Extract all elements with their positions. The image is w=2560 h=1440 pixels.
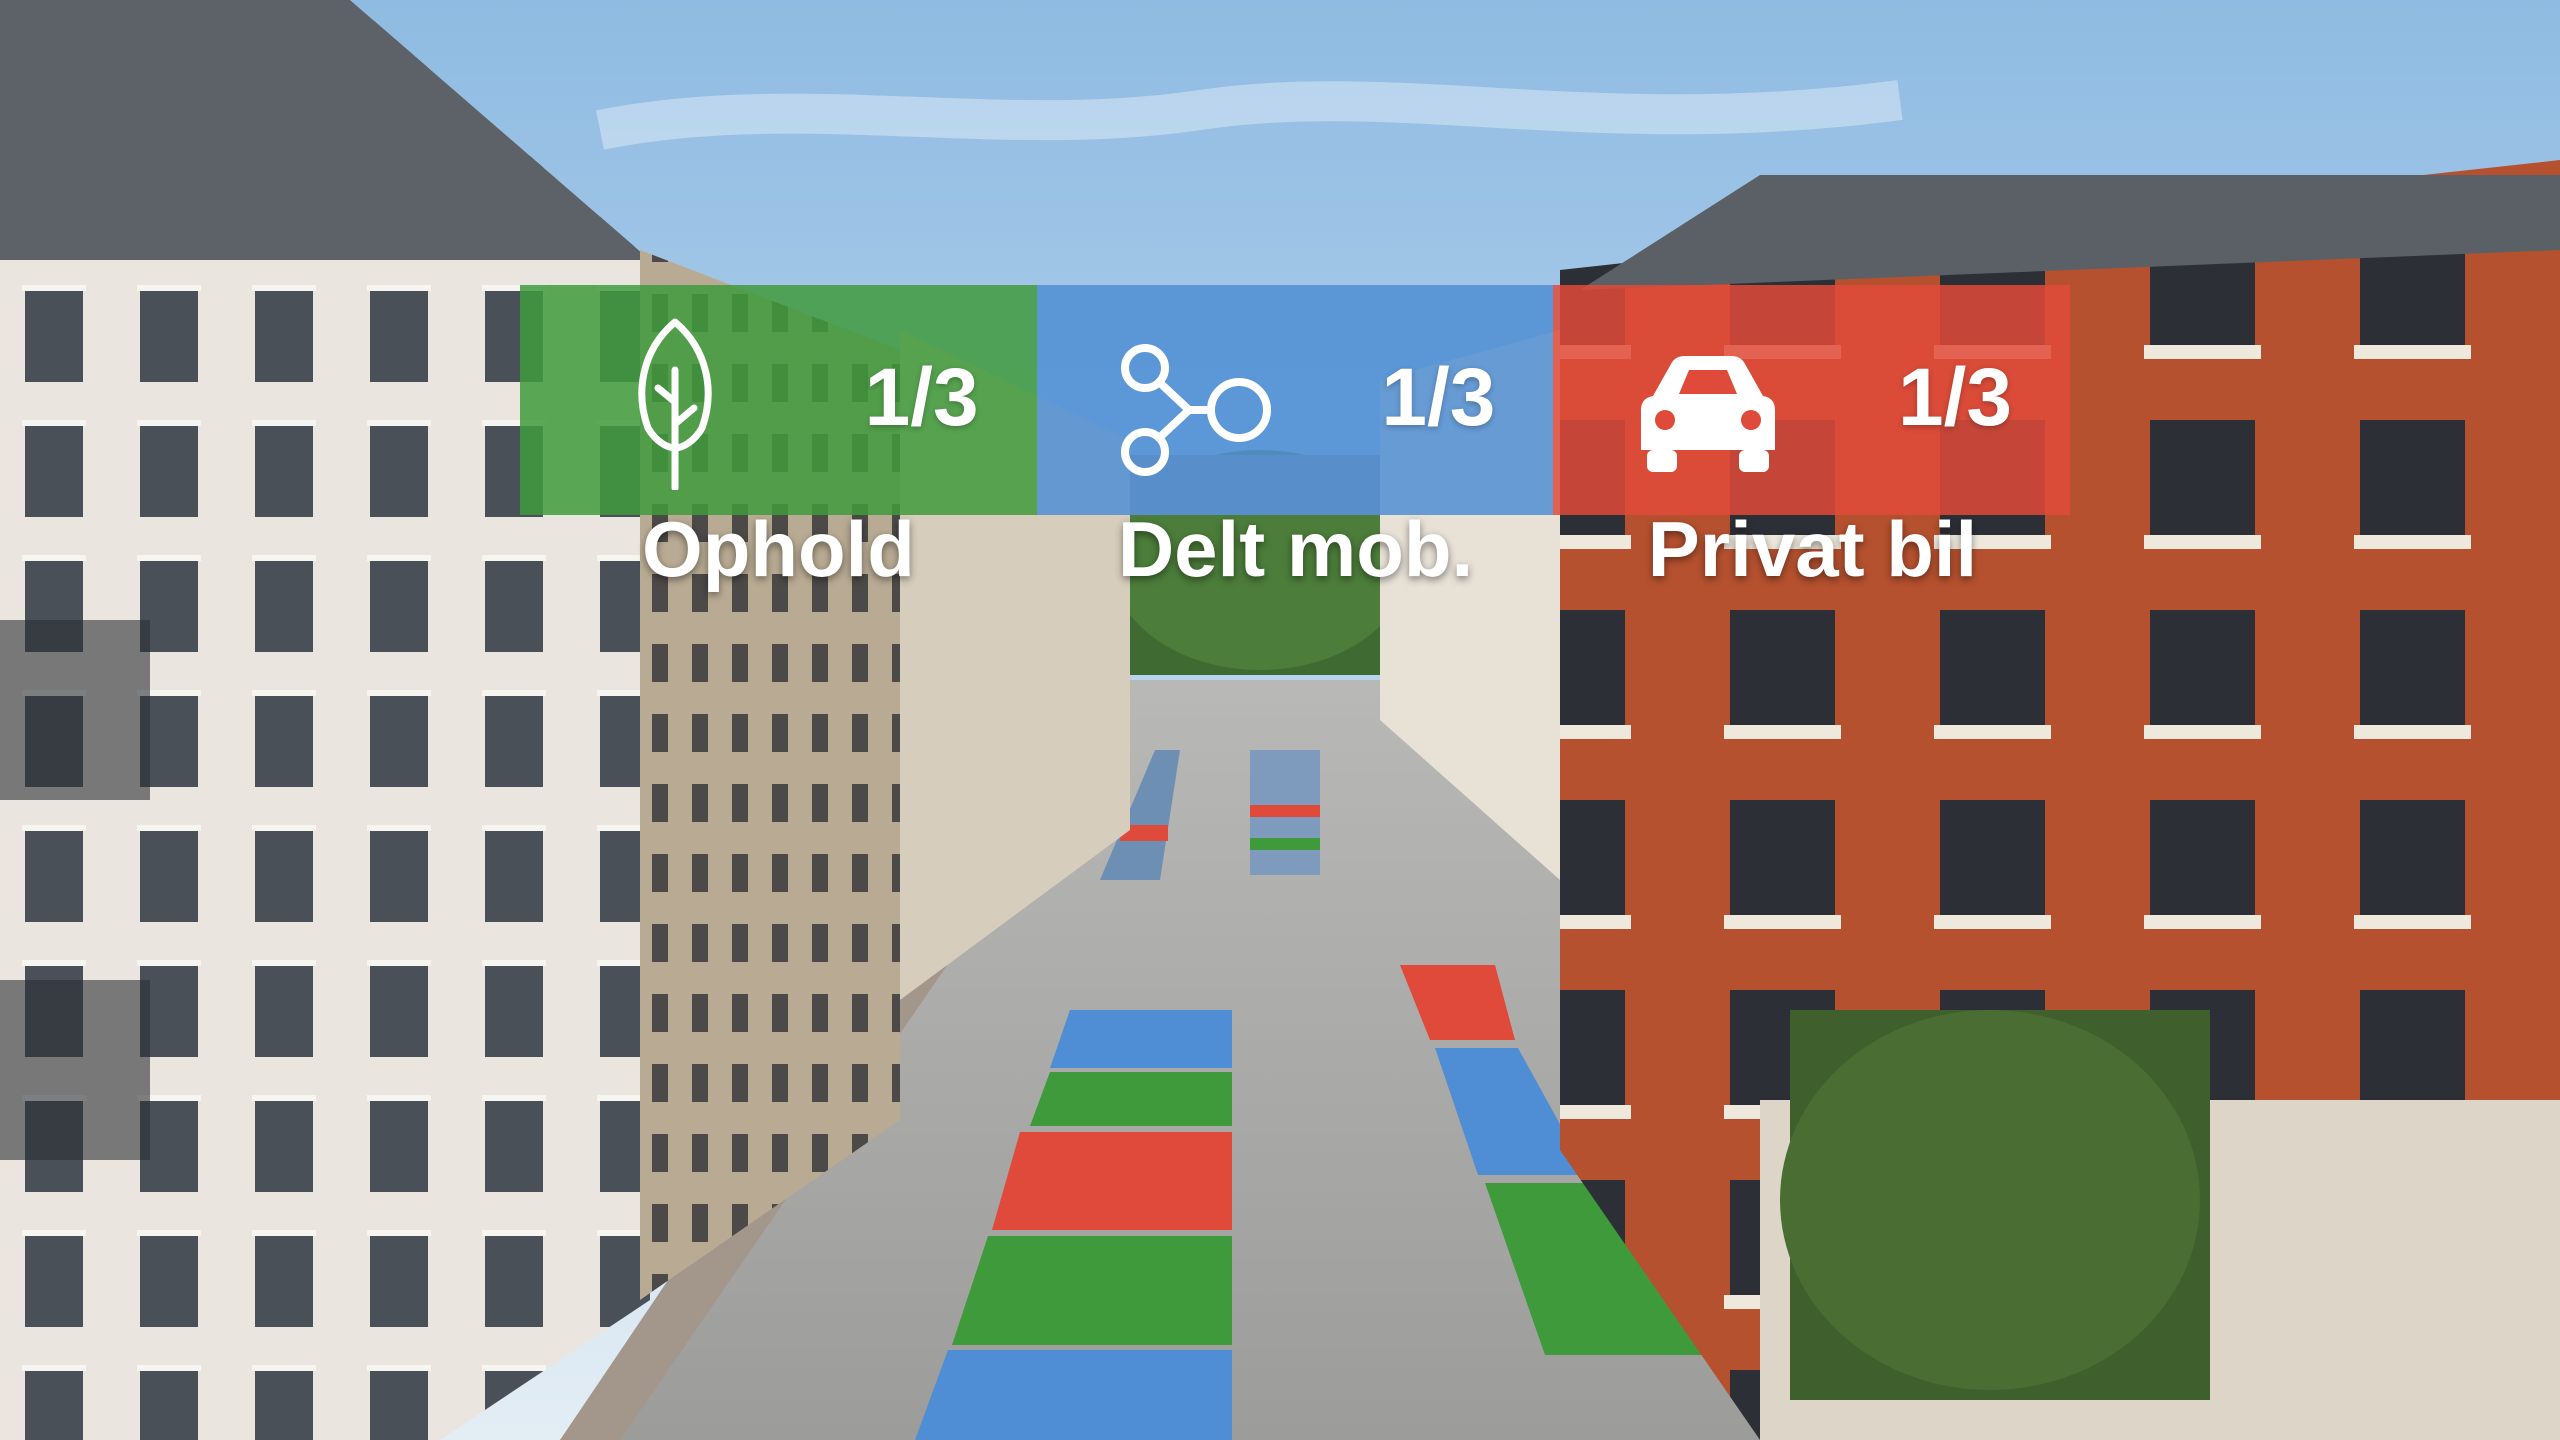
share-nodes-icon [1120, 344, 1271, 476]
label-ophold: Ophold [642, 505, 915, 593]
car-icon [1641, 356, 1776, 472]
street-scene [0, 0, 2560, 1440]
legend-panel-delt-mob: 1/3 [1036, 285, 1554, 515]
share-fraction: 1/3 [1898, 352, 2013, 443]
legend-panel-privat-bil: 1/3 [1553, 285, 2071, 515]
share-fraction: 1/3 [1381, 352, 1496, 443]
tree-icon [638, 318, 712, 490]
label-delt-mob: Delt mob. [1117, 505, 1474, 593]
share-fraction: 1/3 [864, 352, 979, 443]
share-legend: 1/3 1/3 1/3 [520, 285, 2071, 515]
label-privat-bil: Privat bil [1647, 505, 1978, 593]
legend-panel-ophold: 1/3 [520, 285, 1037, 515]
